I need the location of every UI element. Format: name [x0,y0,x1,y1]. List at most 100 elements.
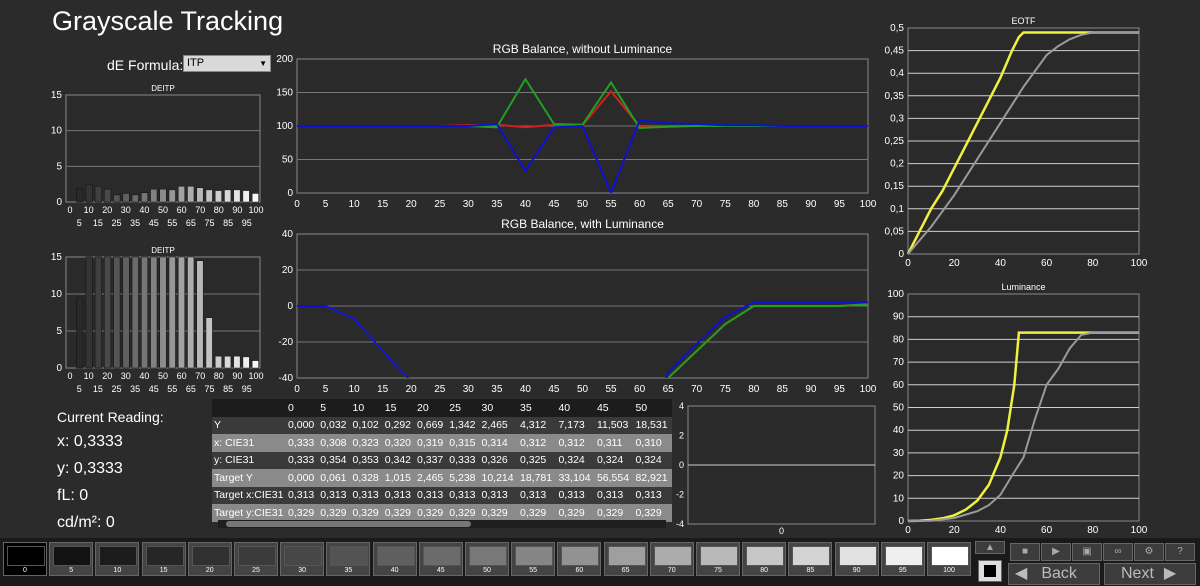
play-button[interactable]: ▶ [1041,543,1071,561]
de-chart-2-bar [141,256,149,369]
de-chart-1-bar [131,194,139,203]
patch-button[interactable]: 85 [788,542,833,576]
luminance-chart-xtick-label: 100 [1131,525,1148,536]
column-header: 50 [633,399,672,417]
back-button[interactable]: ◀ Back [1008,563,1100,585]
rgb-lum-xtick-label: 70 [691,384,703,395]
mini-chart-ytick-label: 4 [679,401,684,411]
settings-button[interactable]: ⚙ [1134,543,1164,561]
patch-button[interactable]: 60 [557,542,602,576]
patch-button[interactable]: 45 [418,542,463,576]
patch-swatch [792,546,831,566]
table-cell: 0,102 [350,416,383,434]
table-cell: 0,032 [318,416,351,434]
next-arrow-icon: ▶ [1163,565,1177,582]
de-chart-2-bar [122,256,130,369]
patch-button[interactable]: 90 [834,542,879,576]
patch-label: 65 [621,567,630,574]
patch-button[interactable]: 40 [372,542,417,576]
next-button[interactable]: Next ▶ [1104,563,1196,585]
patch-button[interactable]: 15 [141,542,186,576]
patch-button[interactable]: 10 [95,542,140,576]
de-chart-2-xtick-label: 95 [242,384,252,394]
de-chart-1-xtick-label: 45 [149,218,159,228]
de-chart-2-xtick-label: 90 [232,371,242,381]
rgb-no-lum-xtick-label: 75 [720,199,732,210]
table-cell: 0,313 [447,486,480,504]
patch-button[interactable]: 50 [465,542,509,576]
de-chart-2-bar [214,355,222,369]
table-cell: 0,329 [447,504,480,522]
rgb-lum-xtick-label: 45 [548,384,560,395]
help-button[interactable]: ? [1165,543,1195,561]
patch-swatch [191,546,230,566]
de-chart-2-xtick-label: 45 [149,384,159,394]
patch-button[interactable]: 30 [280,542,325,576]
patch-button[interactable]: 80 [742,542,787,576]
eotf-chart-xtick-label: 60 [1041,258,1053,269]
table-cell: 0,313 [350,486,383,504]
table-row: y: CIE31 0,333 0,354 0,353 0,342 0,337 0,333 0,… [212,451,672,469]
patch-button[interactable]: 20 [187,542,232,576]
column-header: 35 [517,399,557,417]
up-arrow-button[interactable]: ▲ [975,541,1005,554]
table-cell: 0,329 [286,504,319,522]
de-chart-2-xtick-label: 60 [177,371,187,381]
luminance-chart-xtick-label: 20 [949,525,961,536]
patch-button[interactable]: 5 [49,542,94,576]
record-button[interactable]: ■ [1010,543,1040,561]
table-cell: 0,313 [318,486,351,504]
patch-label: 5 [69,567,74,574]
table-cell: 0,329 [382,504,415,522]
measurement-table: 0 5 10 15 20 25 30 35 40 45 50 Y 0,000 0,032 0,102 0,29… [212,399,672,527]
patch-button[interactable]: 55 [511,542,556,576]
rgb-no-lum-xtick-label: 25 [434,199,446,210]
de-chart-1-xtick-label: 15 [93,218,103,228]
table-cell: 0,000 [286,416,319,434]
patch-button[interactable]: 65 [603,542,648,576]
rgb-lum-ytick-label: -40 [279,373,294,384]
patch-button[interactable]: 0 [3,542,47,576]
table-cell: 0,061 [318,469,351,487]
patch-button[interactable]: 35 [326,542,371,576]
luminance-chart-ytick-label: 30 [893,448,905,459]
de-chart-2-bar [113,256,121,369]
patch-button[interactable]: 100 [927,542,971,576]
table-cell: 0,324 [633,451,672,469]
table-cell: 0,000 [286,469,319,487]
mini-chart-xtick-label: 0 [779,526,784,536]
loop-button[interactable]: ∞ [1103,543,1133,561]
table-cell: 0,292 [382,416,415,434]
de-chart-2-bar [85,256,93,369]
patch-button[interactable]: 95 [880,542,925,576]
column-header: 30 [479,399,518,417]
luminance-chart-ytick-label: 20 [893,471,905,482]
eotf-chart-ytick-label: 0,3 [890,113,904,124]
patch-button[interactable]: 75 [696,542,740,576]
table-scrollbar[interactable] [218,520,666,528]
patch-label: 75 [714,567,722,574]
table-cell: 18,531 [633,416,672,434]
table-cell: 0,312 [517,434,557,452]
de-chart-2-bar [131,256,139,369]
patch-label: 85 [806,567,815,574]
column-header: 40 [556,399,595,417]
scrollbar-thumb[interactable] [226,521,471,527]
de-chart-1-bar [85,184,93,203]
de-chart-2-ytick-label: 10 [51,289,63,300]
table-cell: 0,313 [556,486,595,504]
stop-button[interactable] [978,560,1002,582]
luminance-chart-ytick-label: 90 [893,312,905,323]
mini-chart-ytick-label: -2 [676,490,684,500]
reading-cd: cd/m²: 0 [57,514,115,531]
patch-button[interactable]: 70 [649,542,694,576]
table-cell: 0,313 [633,486,672,504]
column-header: 20 [415,399,448,417]
rgb-lum-xtick-label: 95 [834,384,846,395]
save-button[interactable]: ▣ [1072,543,1102,561]
patch-swatch [884,546,923,566]
luminance-chart-ytick-label: 60 [893,380,905,391]
de-chart-2-xtick-label: 85 [223,384,233,394]
patch-button[interactable]: 25 [234,542,278,576]
rgb-no-lum-ytick-label: 0 [287,188,293,199]
